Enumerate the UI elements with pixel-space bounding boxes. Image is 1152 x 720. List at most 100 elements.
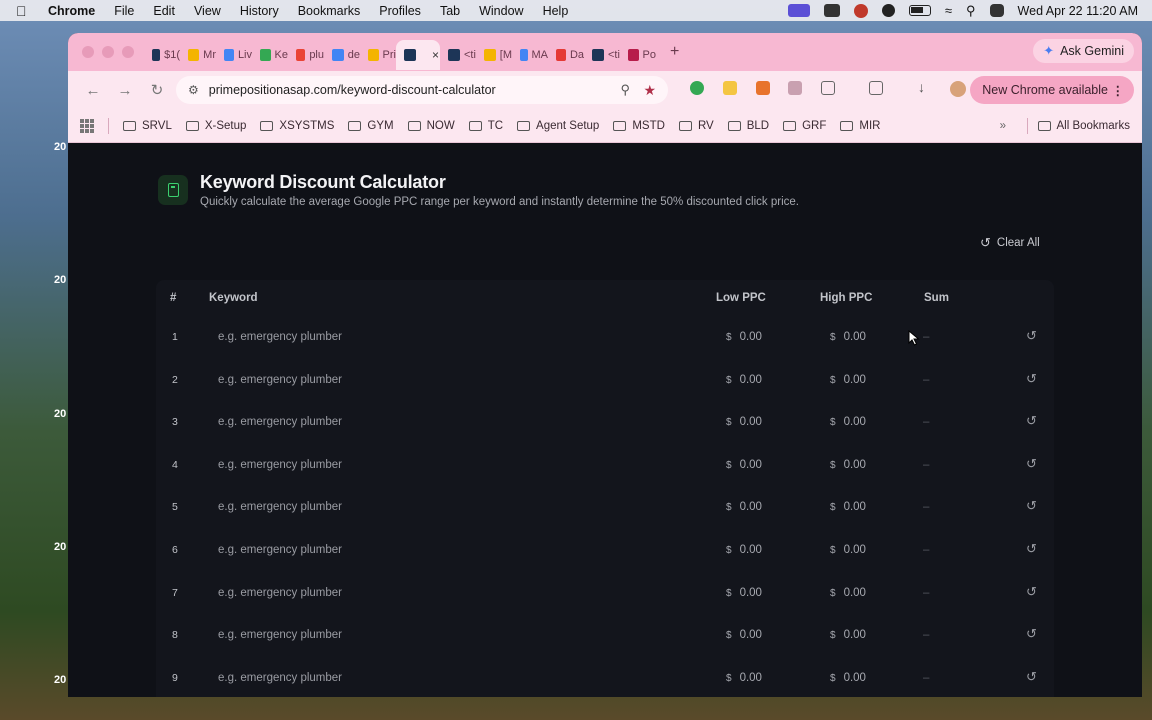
high-ppc-input[interactable]: $0.00 [830, 501, 866, 513]
menubar-clock[interactable]: Wed Apr 22 11:20 AM [1018, 4, 1138, 18]
address-url[interactable]: primepositionasap.com/keyword-discount-c… [209, 83, 496, 97]
low-ppc-input[interactable]: $0.00 [726, 587, 762, 599]
minimize-window-button[interactable] [102, 46, 114, 58]
wifi-icon[interactable]: ≈ [945, 3, 952, 18]
profile-avatar[interactable] [950, 81, 966, 97]
high-ppc-input[interactable]: $0.00 [830, 672, 866, 684]
reset-row-icon[interactable]: ↺ [1026, 626, 1040, 641]
extension-yellow-icon[interactable] [723, 81, 737, 95]
site-info-icon[interactable]: ⚙ [188, 83, 199, 97]
low-ppc-input[interactable]: $0.00 [726, 672, 762, 684]
control-center-icon[interactable] [989, 4, 1004, 17]
zoom-icon[interactable]: ⚲ [620, 82, 630, 98]
extensions-puzzle-icon[interactable] [821, 81, 835, 95]
settings-app-icon[interactable] [823, 4, 840, 17]
chrome-menu-icon[interactable]: ⋮ [1112, 83, 1125, 98]
low-ppc-input[interactable]: $0.00 [726, 416, 762, 428]
address-bar[interactable]: ⚙ primepositionasap.com/keyword-discount… [176, 76, 668, 104]
high-ppc-input[interactable]: $0.00 [830, 459, 866, 471]
bookmark-folder[interactable]: MIR [840, 120, 880, 132]
bookmark-folder[interactable]: TC [468, 120, 503, 132]
keyword-input[interactable]: e.g. emergency plumber [218, 544, 342, 556]
apps-grid-icon[interactable] [80, 118, 94, 133]
menu-file[interactable]: File [114, 4, 134, 18]
reset-row-icon[interactable]: ↺ [1026, 498, 1040, 513]
browser-tab[interactable]: de [324, 40, 360, 70]
keyword-input[interactable]: e.g. emergency plumber [218, 416, 342, 428]
menu-view[interactable]: View [194, 4, 221, 18]
menu-profiles[interactable]: Profiles [379, 4, 421, 18]
menu-tab[interactable]: Tab [440, 4, 460, 18]
reset-row-icon[interactable]: ↺ [1026, 541, 1040, 556]
maximize-window-button[interactable] [122, 46, 134, 58]
high-ppc-input[interactable]: $0.00 [830, 416, 866, 428]
extension-fox-icon[interactable] [756, 81, 770, 95]
browser-tab[interactable]: MA [512, 40, 548, 70]
low-ppc-input[interactable]: $0.00 [726, 374, 762, 386]
battery-icon[interactable] [908, 5, 931, 16]
bookmark-folder[interactable]: GRF [783, 120, 826, 132]
reading-mode-icon[interactable] [869, 81, 883, 95]
keyword-input[interactable]: e.g. emergency plumber [218, 331, 342, 343]
reset-row-icon[interactable]: ↺ [1026, 371, 1040, 386]
new-tab-button[interactable]: + [670, 43, 679, 61]
browser-tab[interactable]: Liv [216, 40, 252, 70]
all-bookmarks-button[interactable]: All Bookmarks [1026, 117, 1130, 134]
browser-tab[interactable]: Ke [252, 40, 288, 70]
focus-moon-icon[interactable] [881, 4, 895, 17]
bookmark-folder[interactable]: XSYSTMS [260, 120, 334, 132]
spotlight-search-icon[interactable]: ⚲ [966, 3, 976, 19]
back-button[interactable]: ← [80, 77, 106, 103]
browser-tab[interactable]: [M [476, 40, 512, 70]
reset-row-icon[interactable]: ↺ [1026, 584, 1040, 599]
close-window-button[interactable] [82, 46, 94, 58]
menu-bookmarks[interactable]: Bookmarks [298, 4, 361, 18]
low-ppc-input[interactable]: $0.00 [726, 629, 762, 641]
bookmark-folder[interactable]: Agent Setup [517, 120, 599, 132]
bookmark-folder[interactable]: RV [678, 120, 714, 132]
browser-tab[interactable]: plu [288, 40, 324, 70]
forward-button[interactable]: → [112, 77, 138, 103]
tab-active[interactable]: × [396, 40, 440, 70]
menu-edit[interactable]: Edit [153, 4, 175, 18]
close-tab-icon[interactable]: × [432, 48, 439, 62]
menu-help[interactable]: Help [543, 4, 569, 18]
ask-gemini-button[interactable]: ✦ Ask Gemini [1033, 39, 1134, 63]
menu-window[interactable]: Window [479, 4, 523, 18]
reset-row-icon[interactable]: ↺ [1026, 413, 1040, 428]
bookmark-star-icon[interactable]: ★ [643, 82, 656, 99]
browser-tab[interactable]: <ti [440, 40, 476, 70]
keyword-input[interactable]: e.g. emergency plumber [218, 459, 342, 471]
reset-row-icon[interactable]: ↺ [1026, 456, 1040, 471]
high-ppc-input[interactable]: $0.00 [830, 331, 866, 343]
keyword-input[interactable]: e.g. emergency plumber [218, 629, 342, 641]
menu-app[interactable]: Chrome [48, 4, 95, 18]
high-ppc-input[interactable]: $0.00 [830, 374, 866, 386]
browser-tab[interactable]: Da [548, 40, 584, 70]
extension-s-icon[interactable] [788, 81, 802, 95]
bookmark-folder[interactable]: MSTD [613, 120, 665, 132]
screen-record-icon[interactable] [787, 4, 810, 17]
bookmark-folder[interactable]: X-Setup [185, 120, 246, 132]
high-ppc-input[interactable]: $0.00 [830, 629, 866, 641]
high-ppc-input[interactable]: $0.00 [830, 544, 866, 556]
bookmark-folder[interactable]: SRVL [123, 120, 172, 132]
low-ppc-input[interactable]: $0.00 [726, 331, 762, 343]
bookmarks-overflow-button[interactable]: » [1000, 120, 1006, 132]
clear-all-button[interactable]: ↺ Clear All [980, 235, 1040, 251]
extension-green-icon[interactable] [690, 81, 704, 95]
reload-button[interactable]: ↻ [144, 77, 170, 103]
status-app-icon[interactable] [853, 3, 868, 18]
keyword-input[interactable]: e.g. emergency plumber [218, 587, 342, 599]
browser-tab[interactable]: Po [620, 40, 656, 70]
browser-tab[interactable]: $1( [144, 40, 180, 70]
menu-history[interactable]: History [240, 4, 279, 18]
browser-tab[interactable]: Pri [360, 40, 396, 70]
browser-tab[interactable]: Mr [180, 40, 216, 70]
browser-tab[interactable]: <ti [584, 40, 620, 70]
apple-menu-icon[interactable]:  [16, 3, 30, 19]
keyword-input[interactable]: e.g. emergency plumber [218, 501, 342, 513]
reset-row-icon[interactable]: ↺ [1026, 669, 1040, 684]
bookmark-folder[interactable]: BLD [727, 120, 769, 132]
keyword-input[interactable]: e.g. emergency plumber [218, 374, 342, 386]
